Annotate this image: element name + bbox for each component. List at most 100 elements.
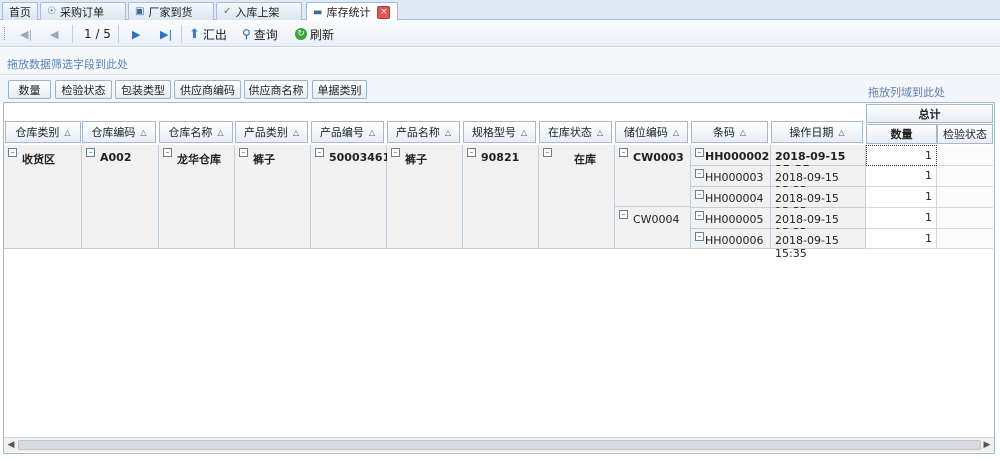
rowfield-operate-date[interactable]: 操作日期 △ [771, 121, 863, 143]
rowfield-stock-state[interactable]: 在库状态 △ [539, 121, 612, 143]
data-cell-inspection[interactable] [937, 208, 993, 229]
filter-drop-zone[interactable]: 拖放数据筛选字段到此处 [0, 48, 1000, 75]
data-cell-quantity[interactable]: 1 [866, 208, 937, 229]
scroll-right-icon[interactable]: ▶ [980, 438, 994, 451]
rowfield-warehouse-type[interactable]: 仓库类别 △ [5, 121, 81, 143]
rowfield-label: 条码 [712, 126, 735, 139]
last-page-button[interactable]: ▶| [160, 24, 172, 44]
collapse-icon[interactable]: – [467, 148, 476, 157]
tab-purchase-orders[interactable]: ☉ 采购订单 [40, 2, 126, 20]
next-page-button[interactable]: ▶ [132, 24, 140, 44]
export-button[interactable]: ⬆ 汇出 [189, 24, 227, 44]
data-header-quantity[interactable]: 数量 [866, 124, 937, 144]
tab-inventory-stats[interactable]: ▬ 库存统计 × [306, 2, 398, 21]
sort-triangle-icon: △ [520, 127, 528, 137]
rowfield-label: 储位编码 [623, 126, 668, 139]
collapse-icon[interactable]: – [695, 169, 704, 178]
collapse-icon[interactable]: – [239, 148, 248, 157]
export-label: 汇出 [202, 27, 227, 42]
cell-product-no: – 50003461 [311, 145, 390, 249]
collapse-icon[interactable]: – [8, 148, 17, 157]
close-icon[interactable]: × [377, 5, 391, 19]
sort-triangle-icon: △ [838, 127, 845, 137]
rowfield-label: 仓库类别 [15, 126, 60, 139]
collapse-icon[interactable]: – [695, 190, 704, 199]
rowfield-label: 产品编号 [319, 126, 364, 139]
collapse-icon[interactable]: – [695, 232, 704, 241]
rowfield-label: 在库状态 [547, 126, 592, 139]
collapse-icon[interactable]: – [391, 148, 400, 157]
next-page-icon: ▶ [132, 27, 141, 41]
scrollbar-thumb[interactable] [18, 440, 981, 450]
data-cell-quantity[interactable]: 1 [866, 229, 937, 249]
field-supplier-code[interactable]: 供应商编码 [174, 80, 241, 99]
tab-label: 库存统计 [326, 6, 371, 19]
rowfield-warehouse-code[interactable]: 仓库编码 △ [82, 121, 156, 143]
collapse-icon[interactable]: – [695, 148, 704, 157]
collapse-icon[interactable]: – [315, 148, 324, 157]
scroll-left-icon[interactable]: ◀ [4, 438, 18, 451]
rowfield-label: 规格型号 [471, 126, 516, 139]
rowfield-spec[interactable]: 规格型号 △ [463, 121, 536, 143]
cell-operate-date: 2018-09-15 15:35 [771, 187, 866, 218]
tab-home[interactable]: 首页 [2, 2, 38, 20]
cell-product-name: – 裤子 [387, 145, 463, 249]
collapse-icon[interactable]: – [619, 148, 628, 157]
data-cell-inspection[interactable] [937, 145, 993, 166]
collapse-icon[interactable]: – [86, 148, 95, 157]
field-quantity[interactable]: 数量 [8, 80, 51, 99]
truck-icon: ▣ [135, 6, 145, 17]
last-page-icon: ▶| [160, 27, 173, 41]
data-cell-inspection[interactable] [937, 166, 993, 187]
cell-barcode: – HH000005 [691, 208, 771, 229]
rowfield-barcode[interactable]: 条码 △ [691, 121, 768, 143]
cell-spec: – 90821 [463, 145, 539, 249]
rowfield-product-no[interactable]: 产品编号 △ [311, 121, 384, 143]
toolbar-grip[interactable] [4, 27, 7, 40]
cell-warehouse-name: – 龙华仓库 [159, 145, 235, 249]
data-cell-inspection[interactable] [937, 187, 993, 208]
query-button[interactable]: ⚲ 查询 [242, 24, 278, 44]
separator [118, 25, 119, 43]
rowfield-label: 产品名称 [395, 126, 440, 139]
tab-label: 首页 [9, 5, 31, 19]
rowfield-warehouse-name[interactable]: 仓库名称 △ [159, 121, 233, 143]
rowfield-product-name[interactable]: 产品名称 △ [387, 121, 460, 143]
prev-page-icon: ◀ [50, 27, 59, 41]
first-page-button[interactable]: ◀​| [20, 24, 32, 44]
field-supplier-name[interactable]: 供应商名称 [244, 80, 308, 99]
data-cell-inspection[interactable] [937, 229, 993, 249]
cell-barcode: – HH000003 [691, 166, 771, 187]
rowfield-location[interactable]: 储位编码 △ [615, 121, 688, 143]
tab-label: 采购订单 [59, 5, 104, 19]
sort-triangle-icon: △ [739, 127, 747, 137]
page-indicator: 1 / 5 [84, 27, 111, 41]
query-label: 查询 [253, 27, 278, 42]
data-cell-quantity[interactable]: 1 [866, 145, 937, 166]
filter-drop-hint: 拖放数据筛选字段到此处 [7, 58, 128, 71]
tab-putaway[interactable]: ✓ 入库上架 [216, 2, 302, 20]
data-cell-quantity[interactable]: 1 [866, 166, 937, 187]
field-inspection-status[interactable]: 检验状态 [55, 80, 112, 99]
first-page-icon: ◀​| [20, 27, 33, 41]
rowfield-label: 产品类别 [243, 126, 288, 139]
field-package-type[interactable]: 包装类型 [115, 80, 171, 99]
up-arrow-icon: ⬆ [189, 26, 200, 42]
data-cell-quantity[interactable]: 1 [866, 187, 937, 208]
prev-page-button[interactable]: ◀ [50, 24, 58, 44]
collapse-icon[interactable]: – [163, 148, 172, 157]
field-document-type[interactable]: 单据类别 [312, 80, 367, 99]
sort-triangle-icon: △ [140, 127, 147, 137]
rowfield-label: 操作日期 [789, 126, 834, 139]
tab-vendor-arrival[interactable]: ▣ 厂家到货 [128, 2, 214, 20]
collapse-icon[interactable]: – [543, 148, 552, 157]
collapse-icon[interactable]: – [619, 210, 628, 219]
column-drop-zone[interactable]: 拖放列域到此处 [868, 84, 945, 100]
collapse-icon[interactable]: – [695, 211, 704, 220]
sort-triangle-icon: △ [444, 127, 452, 137]
cell-warehouse-code: – A002 [82, 145, 159, 249]
data-header-inspection[interactable]: 检验状态 [937, 124, 993, 144]
rowfield-product-type[interactable]: 产品类别 △ [235, 121, 308, 143]
refresh-button[interactable]: ↻ 刷新 [295, 24, 334, 44]
cell-operate-date: 2018-09-15 15:35 [771, 229, 866, 260]
